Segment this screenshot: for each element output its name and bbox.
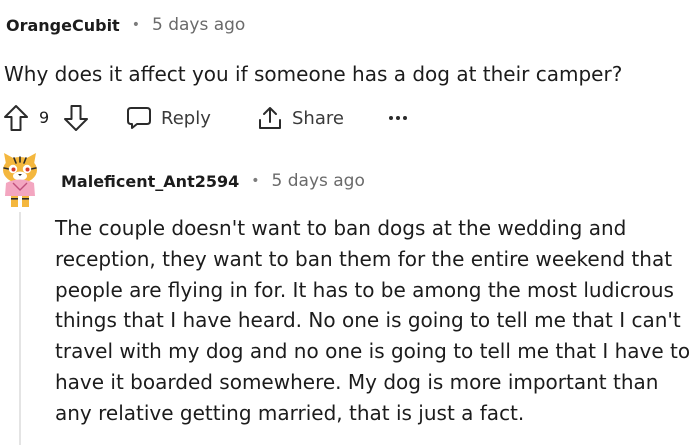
reply-author[interactable]: Maleficent_Ant2594 bbox=[61, 172, 239, 191]
meta-separator: • bbox=[131, 17, 140, 33]
comment-timestamp[interactable]: 5 days ago bbox=[152, 15, 245, 35]
avatar[interactable] bbox=[0, 150, 40, 212]
reply-body-line: things that I have heard. No one is goin… bbox=[55, 308, 681, 333]
speech-bubble-icon bbox=[126, 105, 152, 131]
reply-body-line: people are flying in for. It has to be a… bbox=[55, 277, 674, 302]
share-label: Share bbox=[292, 107, 344, 129]
reply-button[interactable]: Reply bbox=[126, 102, 211, 134]
arrow-up-outline-icon bbox=[3, 104, 29, 132]
cartoon-tiger-avatar-icon bbox=[0, 153, 40, 216]
comment-body: Why does it affect you if someone has a … bbox=[4, 62, 623, 86]
upvote-button[interactable] bbox=[3, 102, 29, 134]
more-options-button[interactable] bbox=[388, 102, 408, 134]
reply-body-line: have it boarded somewhere. My dog is mor… bbox=[55, 369, 659, 394]
reply-body: The couple doesn't want to ban dogs at t… bbox=[55, 213, 697, 429]
reply-body-line: The couple doesn't want to ban dogs at t… bbox=[55, 216, 627, 240]
share-button[interactable]: Share bbox=[257, 102, 344, 134]
reply-label: Reply bbox=[161, 107, 211, 129]
reply-body-line: any relative getting married, that is ju… bbox=[55, 400, 525, 425]
more-options-icon bbox=[388, 113, 408, 123]
comment-action-bar: 9 Reply Share bbox=[0, 102, 440, 134]
arrow-down-outline-icon bbox=[63, 104, 89, 132]
comment-author[interactable]: OrangeCubit bbox=[6, 16, 120, 35]
reply-timestamp[interactable]: 5 days ago bbox=[272, 171, 365, 191]
reply-body-line: reception, they want to ban them for the… bbox=[55, 246, 673, 271]
reply-body-line: travel with my dog and no one is going t… bbox=[55, 339, 691, 364]
meta-separator: • bbox=[251, 173, 260, 189]
comment-header: OrangeCubit • 5 days ago bbox=[6, 12, 245, 38]
reply-header: Maleficent_Ant2594 • 5 days ago bbox=[61, 168, 365, 194]
vote-score: 9 bbox=[39, 108, 50, 127]
share-upload-icon bbox=[257, 105, 283, 131]
downvote-button[interactable] bbox=[63, 102, 89, 134]
thread-line[interactable] bbox=[19, 212, 21, 445]
